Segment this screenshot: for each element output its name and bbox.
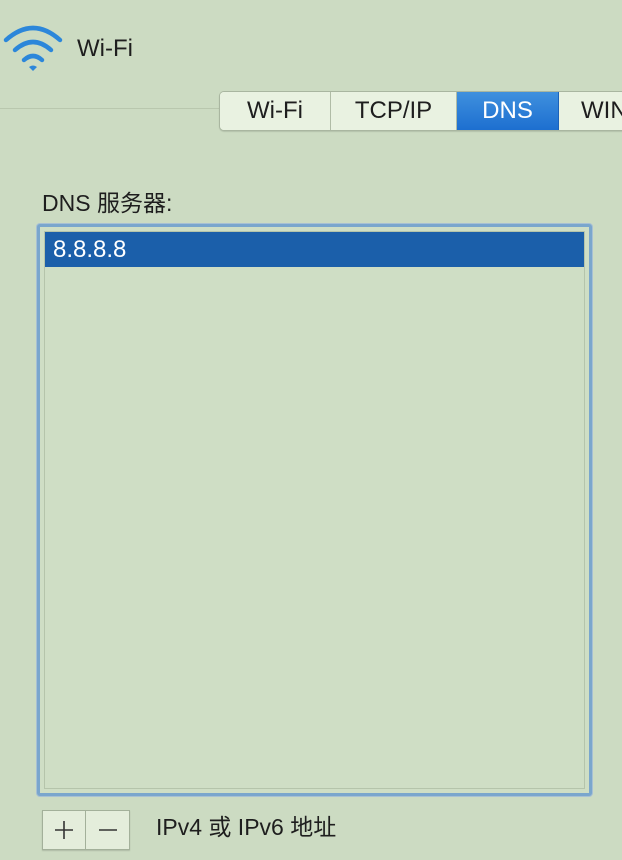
remove-dns-server-button[interactable] [86,811,129,849]
tab-wifi[interactable]: Wi-Fi [220,92,331,130]
dns-server-list[interactable]: 8.8.8.8 [37,224,592,796]
add-remove-buttons [42,810,130,850]
dns-server-row[interactable]: 8.8.8.8 [45,232,584,267]
dns-servers-label: DNS 服务器: [42,190,173,216]
add-dns-server-button[interactable] [43,811,86,849]
network-dns-panel: Wi-Fi Wi-Fi TCP/IP DNS WIN DNS 服务器: 8.8.… [0,0,622,860]
tab-wins[interactable]: WIN [559,92,622,130]
address-hint: IPv4 或 IPv6 地址 [156,814,337,840]
minus-icon [98,829,117,831]
tab-tcpip[interactable]: TCP/IP [331,92,457,130]
tab-bar: Wi-Fi TCP/IP DNS WIN [219,91,622,131]
dns-server-list-inner: 8.8.8.8 [44,231,585,789]
plus-icon [55,821,73,839]
interface-title: Wi-Fi [77,35,133,62]
wifi-icon [3,25,63,71]
tab-dns[interactable]: DNS [457,92,559,130]
